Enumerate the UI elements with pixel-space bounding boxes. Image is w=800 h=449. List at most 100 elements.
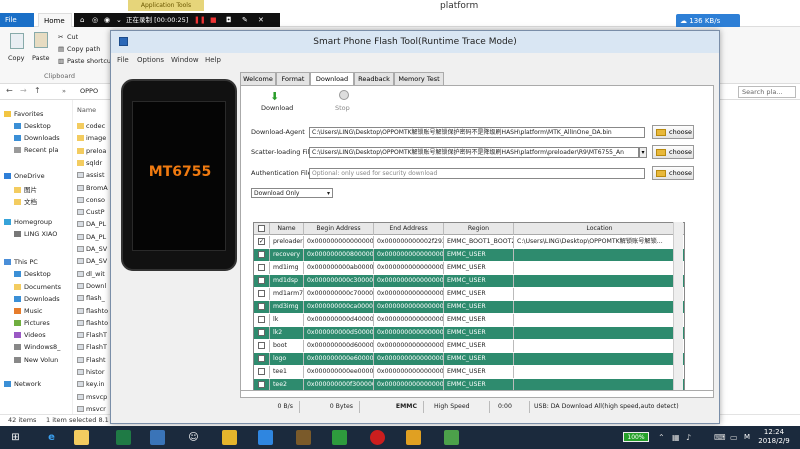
baidu-netdisk-icon[interactable] [258,430,273,445]
nav-item[interactable]: Desktop [14,122,51,130]
volume-icon[interactable]: ♪ [686,430,696,445]
table-row[interactable]: lk 0x000000000d400000 0x0000000000000000 EM… [254,314,684,326]
taskbar-clock[interactable]: 12:24 2018/2/9 [752,428,796,446]
nav-item[interactable]: Windows8_ [14,343,60,351]
excel-icon[interactable] [116,430,131,445]
file-list-item[interactable]: preloa [77,147,106,155]
scatter-loading-field[interactable]: C:\Users\LING\Desktop\OPPOMTK解锁账号解锁保护密码不… [309,147,639,158]
file-list-item[interactable]: DA_PL [77,233,106,241]
nav-item[interactable]: 文档 [14,196,37,206]
scatter-dropdown-icon[interactable]: ▾ [639,147,647,158]
checkbox[interactable] [258,329,265,336]
nav-item[interactable]: Pictures [14,319,50,327]
table-row[interactable]: md3img 0x000000000ca00000 0x00000000000000… [254,301,684,313]
nav-item[interactable]: This PC [4,258,38,266]
file-list-item[interactable]: flashto [77,319,108,327]
explorer-icon[interactable] [74,430,89,445]
nav-item[interactable]: OneDrive [4,172,45,180]
action-center-icon[interactable]: ▭ [730,430,740,445]
checkbox[interactable] [258,277,265,284]
search-input[interactable]: Search pla... [738,86,796,98]
tab-file[interactable]: File [0,13,34,27]
table-row[interactable]: ✓ preloader 0x0000000000000000 0x0000000000… [254,236,684,248]
nav-item[interactable]: Documents [14,283,61,291]
file-list-item[interactable]: sqldr [77,159,102,167]
table-row[interactable]: md1img 0x000000000ab00000 0x00000000000000… [254,262,684,274]
file-list-item[interactable]: msvcr [77,405,106,413]
chevron-down-icon[interactable]: ⌄ [116,13,122,27]
nav-item[interactable]: Homegroup [4,218,52,226]
tool-icon[interactable] [296,430,311,445]
row-checkbox-cell[interactable] [254,314,270,326]
menu-file[interactable]: File [117,53,129,67]
start-icon[interactable]: ⊞ [8,430,23,445]
file-list-item[interactable]: msvcp [77,393,107,401]
table-row[interactable]: recovery 0x0000000008000000 0x000000000000… [254,249,684,261]
file-list-item[interactable]: CustP [77,208,105,216]
stop-icon[interactable]: ■ [210,13,217,27]
checkbox[interactable] [258,303,265,310]
tab-format[interactable]: Format [276,72,310,85]
checkbox[interactable] [258,264,265,271]
android-icon[interactable] [444,430,459,445]
copy-path-button[interactable]: Copy path [67,45,100,53]
checkbox[interactable] [258,368,265,375]
nav-item[interactable]: Music [14,307,43,315]
row-checkbox-cell[interactable] [254,249,270,261]
authentication-choose-button[interactable]: choose [652,166,694,180]
table-row[interactable]: md1dsp 0x000000000c300000 0x00000000000000… [254,275,684,287]
download-agent-field[interactable]: C:\Users\LING\Desktop\OPPOMTK解锁账号解锁保护密码不… [309,127,645,138]
menu-options[interactable]: Options [137,53,164,67]
row-checkbox-cell[interactable] [254,288,270,300]
menu-help[interactable]: Help [205,53,221,67]
close-icon[interactable]: ✕ [258,13,264,27]
nav-item[interactable]: Network [4,380,41,388]
file-list-item[interactable]: DA_SV [77,257,107,265]
file-list-item[interactable]: codec [77,122,105,130]
row-checkbox-cell[interactable] [254,301,270,313]
up-icon[interactable]: ↑ [34,86,41,95]
row-checkbox-cell[interactable] [254,223,270,235]
checkbox[interactable] [258,342,265,349]
tray-chevron-icon[interactable]: ⌃ [658,430,668,445]
column-header-name[interactable]: Name [77,106,96,114]
nav-item[interactable]: LING XIAO [14,230,57,238]
tab-readback[interactable]: Readback [354,72,394,85]
file-list-item[interactable]: BromA [77,184,108,192]
qq-icon[interactable]: ☺ [186,430,201,445]
media-icon[interactable] [406,430,421,445]
tab-download[interactable]: Download [310,72,354,86]
file-list-item[interactable]: dl_wit [77,270,105,278]
file-list-item[interactable]: flashto [77,307,108,315]
row-checkbox-cell[interactable] [254,327,270,339]
nav-item[interactable]: Recent pla [14,146,58,154]
nav-item[interactable]: New Volun [14,356,58,364]
checkbox[interactable] [258,316,265,323]
camera-icon[interactable]: ◉ [104,13,110,27]
screenshot-icon[interactable]: ◘ [226,13,232,27]
checkbox[interactable]: ✓ [258,238,265,245]
scatter-choose-button[interactable]: choose [652,145,694,159]
file-list-item[interactable]: flash_ [77,294,105,302]
paste-button[interactable]: Paste [32,54,50,62]
tab-welcome[interactable]: Welcome [240,72,276,85]
file-list-item[interactable]: assist [77,171,105,179]
download-agent-choose-button[interactable]: choose [652,125,694,139]
nav-item[interactable]: Downloads [14,295,60,303]
file-list-item[interactable]: image [77,134,106,142]
download-mode-select[interactable]: Download Only ▾ [251,188,333,198]
cut-button[interactable]: Cut [67,33,78,41]
paste-icon[interactable] [34,32,48,48]
nav-item[interactable]: Desktop [14,270,51,278]
file-list-item[interactable]: key.in [77,380,104,388]
nav-item[interactable]: 图片 [14,184,37,194]
menu-window[interactable]: Window [171,53,199,67]
table-row[interactable]: logo 0x000000000e600000 0x0000000000000000… [254,353,684,365]
download-arrow-icon[interactable]: ⬇ [270,90,279,103]
back-icon[interactable]: ← [6,86,13,95]
remote-desktop-icon[interactable] [150,430,165,445]
checkbox[interactable] [258,381,265,388]
copy-icon[interactable] [10,33,24,49]
pen-icon[interactable]: ✎ [242,13,248,27]
file-list-item[interactable]: FlashT [77,343,107,351]
